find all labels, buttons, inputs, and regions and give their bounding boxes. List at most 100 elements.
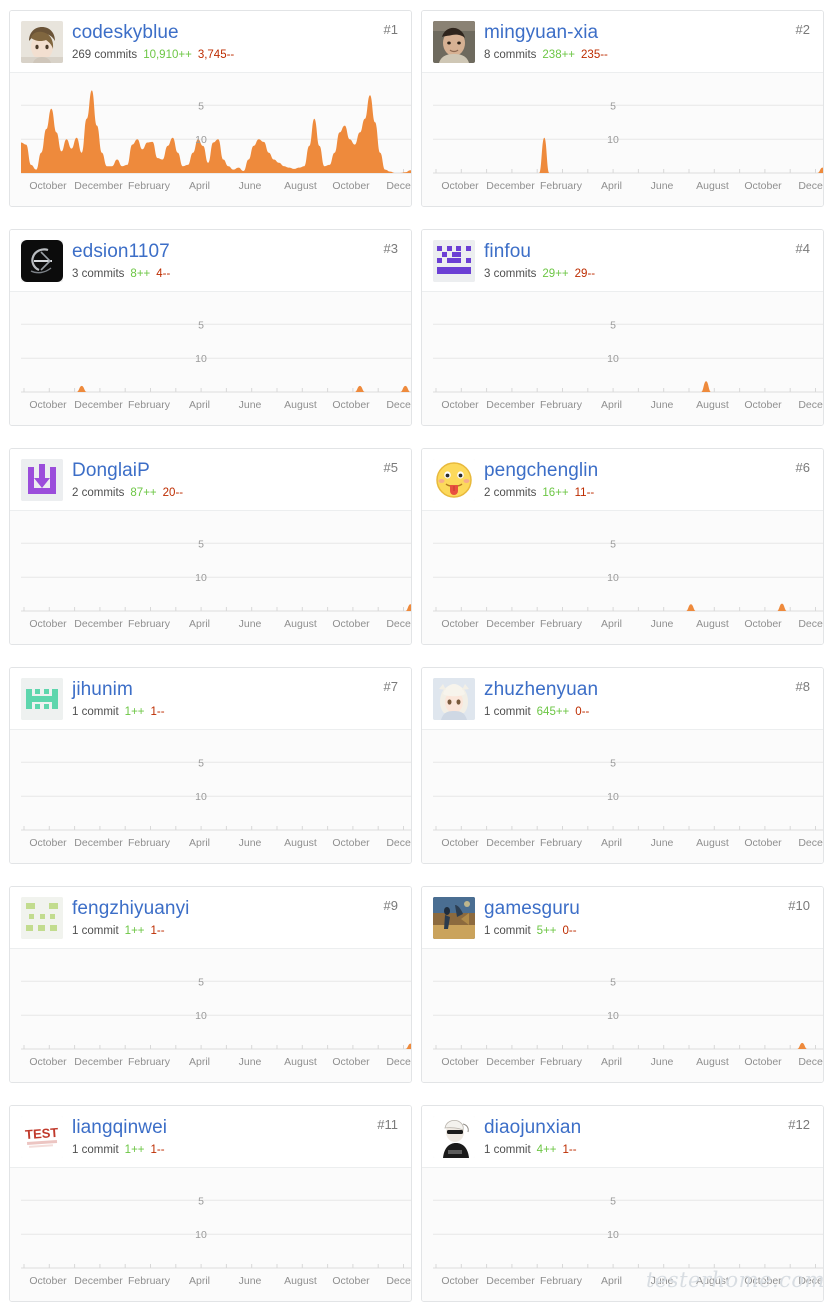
- contributor-header: codeskyblue 269 commits 10,910++ 3,745-- #1: [10, 11, 411, 72]
- contributor-card: diaojunxian 1 commit 4++ 1-- #12 5 10 October De…: [421, 1105, 824, 1302]
- svg-text:December: December: [486, 837, 535, 849]
- svg-text:10: 10: [607, 791, 619, 803]
- deletions-symbol: --: [156, 1144, 165, 1156]
- contributor-header: TEST liangqinwei 1 commit 1++ 1-- #11: [10, 1106, 411, 1167]
- svg-text:August: August: [696, 837, 729, 849]
- svg-text:October: October: [441, 1275, 479, 1287]
- svg-text:December: December: [486, 1275, 535, 1287]
- svg-text:February: February: [540, 1056, 583, 1068]
- deletions-symbol: --: [162, 268, 171, 280]
- deletions-symbol: --: [226, 49, 235, 61]
- username-link[interactable]: DonglaiP: [72, 460, 399, 482]
- svg-text:April: April: [189, 399, 210, 411]
- svg-text:August: August: [284, 399, 317, 411]
- svg-text:Decen: Decen: [798, 399, 823, 411]
- commit-count: 8 commits: [484, 49, 537, 61]
- svg-text:June: June: [651, 618, 674, 630]
- svg-text:Decen: Decen: [798, 618, 823, 630]
- contributor-card: TEST liangqinwei 1 commit 1++ 1-- #11 5 10 Octob…: [9, 1105, 412, 1302]
- avatar[interactable]: [433, 678, 475, 720]
- contributor-header: finfou 3 commits 29++ 29-- #4: [422, 230, 823, 291]
- identity-block: edsion1107 3 commits 8++ 4--: [72, 240, 399, 282]
- svg-text:October: October: [332, 1275, 370, 1287]
- commit-activity-chart: 5 10 October December February April June Augus…: [10, 729, 411, 863]
- contributor-card: pengchenglin 2 commits 16++ 11-- #6 5 10 Octobe…: [421, 448, 824, 645]
- svg-text:April: April: [601, 180, 622, 192]
- svg-text:August: August: [696, 1275, 729, 1287]
- svg-text:October: October: [744, 180, 782, 192]
- chart-canvas: 5 10 October December February April June Augus…: [21, 730, 411, 863]
- svg-text:October: October: [744, 399, 782, 411]
- svg-text:10: 10: [195, 1229, 207, 1241]
- username-link[interactable]: pengchenglin: [484, 460, 811, 482]
- avatar[interactable]: [433, 21, 475, 63]
- avatar[interactable]: [21, 240, 63, 282]
- svg-text:Decen: Decen: [798, 837, 823, 849]
- deletions-symbol: --: [581, 706, 590, 718]
- avatar[interactable]: TEST: [21, 1116, 63, 1158]
- avatar[interactable]: [21, 678, 63, 720]
- rank-badge: #3: [383, 241, 398, 256]
- identity-block: fengzhiyuanyi 1 commit 1++ 1--: [72, 897, 399, 939]
- svg-text:June: June: [239, 618, 262, 630]
- additions-count: 16: [542, 487, 556, 499]
- svg-text:October: October: [441, 1056, 479, 1068]
- additions-symbol: ++: [143, 487, 157, 499]
- identity-block: finfou 3 commits 29++ 29--: [484, 240, 811, 282]
- svg-text:October: October: [441, 399, 479, 411]
- avatar[interactable]: [21, 897, 63, 939]
- rank-badge: #12: [788, 1117, 810, 1132]
- contributor-card: zhuzhenyuan 1 commit 645++ 0-- #8 5 10 October D…: [421, 667, 824, 864]
- rank-badge: #5: [383, 460, 398, 475]
- username-link[interactable]: mingyuan-xia: [484, 22, 811, 44]
- username-link[interactable]: liangqinwei: [72, 1117, 399, 1139]
- svg-text:October: October: [744, 618, 782, 630]
- svg-text:April: April: [601, 837, 622, 849]
- deletions-symbol: --: [587, 268, 596, 280]
- additions-count: 87: [130, 487, 144, 499]
- username-link[interactable]: diaojunxian: [484, 1117, 811, 1139]
- svg-text:October: October: [332, 618, 370, 630]
- avatar[interactable]: [21, 459, 63, 501]
- commit-activity-chart: 5 10 October December February April June Augus…: [422, 948, 823, 1082]
- username-link[interactable]: edsion1107: [72, 241, 399, 263]
- commit-activity-chart: 5 10 October December February April June Augus…: [10, 291, 411, 425]
- svg-text:5: 5: [198, 976, 204, 988]
- username-link[interactable]: fengzhiyuanyi: [72, 898, 399, 920]
- avatar[interactable]: [433, 1116, 475, 1158]
- svg-text:February: February: [128, 618, 171, 630]
- username-link[interactable]: finfou: [484, 241, 811, 263]
- svg-text:October: October: [29, 180, 67, 192]
- svg-text:5: 5: [610, 538, 616, 550]
- username-link[interactable]: jihunim: [72, 679, 399, 701]
- contributor-card: codeskyblue 269 commits 10,910++ 3,745-- #1 5…: [9, 10, 412, 207]
- avatar[interactable]: [21, 21, 63, 63]
- avatar[interactable]: [433, 240, 475, 282]
- deletions-count: 235: [581, 49, 601, 61]
- contributor-card: finfou 3 commits 29++ 29-- #4 5 10 October Decem…: [421, 229, 824, 426]
- svg-text:October: October: [332, 180, 370, 192]
- contributor-card: DonglaiP 2 commits 87++ 20-- #5 5 10 October Dec…: [9, 448, 412, 645]
- svg-text:Decen: Decen: [798, 1275, 823, 1287]
- svg-text:June: June: [239, 1056, 262, 1068]
- commit-stats: 269 commits 10,910++ 3,745--: [72, 47, 399, 63]
- svg-text:October: October: [332, 399, 370, 411]
- svg-text:October: October: [332, 837, 370, 849]
- svg-text:August: August: [284, 1275, 317, 1287]
- avatar[interactable]: [433, 897, 475, 939]
- commit-stats: 1 commit 1++ 1--: [72, 704, 399, 720]
- chart-canvas: 5 10 October December February April June Augus…: [21, 511, 411, 644]
- svg-text:5: 5: [198, 319, 204, 331]
- avatar[interactable]: [433, 459, 475, 501]
- deletions-symbol: --: [568, 925, 577, 937]
- commit-stats: 2 commits 87++ 20--: [72, 485, 399, 501]
- svg-text:February: February: [540, 1275, 583, 1287]
- username-link[interactable]: gamesguru: [484, 898, 811, 920]
- chart-canvas: 5 10 October December February April June Augus…: [433, 1168, 823, 1301]
- username-link[interactable]: zhuzhenyuan: [484, 679, 811, 701]
- rank-badge: #1: [383, 22, 398, 37]
- username-link[interactable]: codeskyblue: [72, 22, 399, 44]
- svg-text:August: August: [696, 618, 729, 630]
- svg-text:December: December: [74, 1275, 123, 1287]
- identity-block: gamesguru 1 commit 5++ 0--: [484, 897, 811, 939]
